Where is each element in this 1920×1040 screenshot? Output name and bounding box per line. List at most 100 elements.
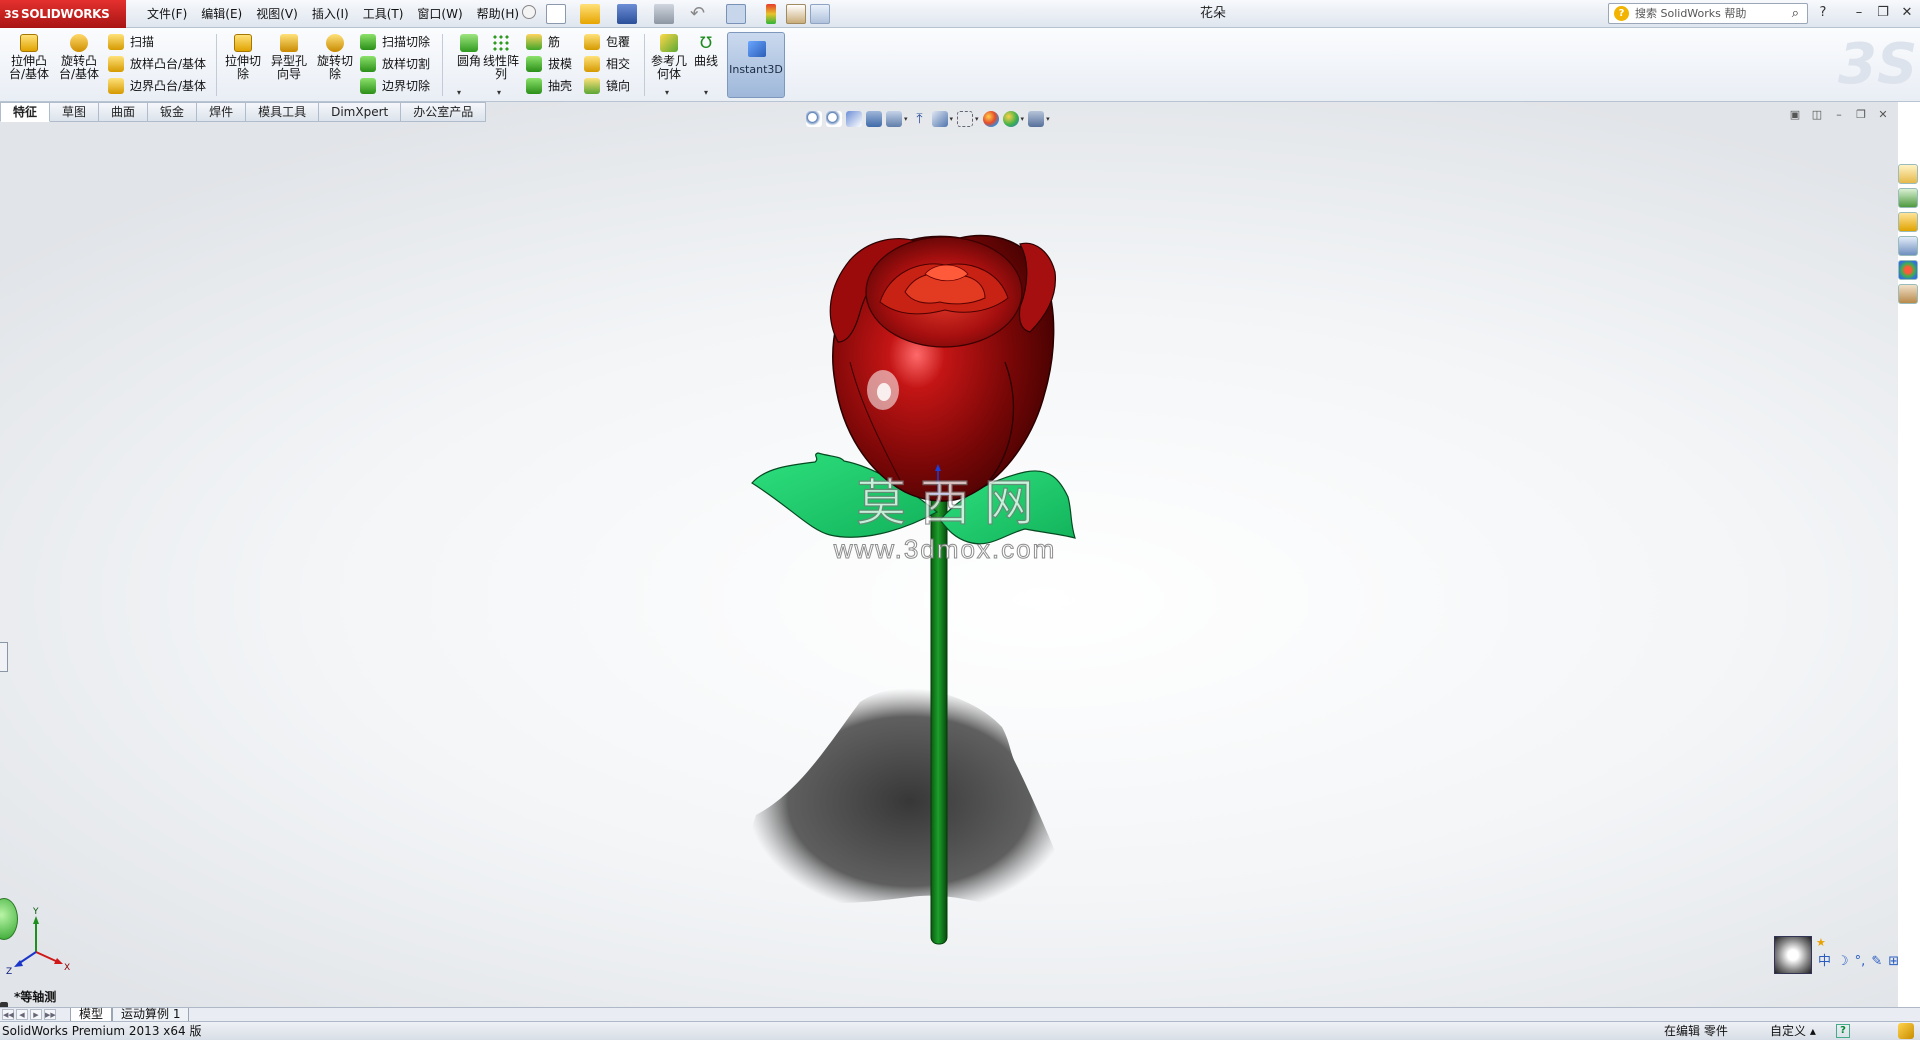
graphics-area[interactable]: 莫 西 网 www.3dmox.com Y X Z ▾ ⤒ ▾ ▾ ▾ ▾ ▣ …	[0, 102, 1898, 1007]
new-document-icon[interactable]	[546, 4, 566, 24]
pin-icon[interactable]	[522, 5, 536, 19]
help-dropdown-icon[interactable]: ?	[1812, 2, 1834, 24]
reference-geometry-dropdown-icon[interactable]: ▾	[665, 88, 669, 97]
zoom-to-area-icon[interactable]	[826, 111, 842, 127]
tile-view-icon[interactable]: ◫	[1810, 108, 1824, 122]
intersect-icon	[584, 56, 600, 72]
loft-cut-button[interactable]: 放样切割	[358, 54, 430, 74]
rotate-icon[interactable]: ⤒	[912, 111, 928, 127]
ime-wrench-icon[interactable]: ✎	[1871, 952, 1882, 972]
linear-pattern-icon	[492, 34, 510, 52]
boundary-cut-button[interactable]: 边界切除	[358, 76, 430, 96]
doc-minimize-icon[interactable]: –	[1832, 108, 1846, 122]
ime-punctuation-icon[interactable]: °,	[1855, 952, 1866, 972]
intersect-button[interactable]: 相交	[582, 54, 630, 74]
doc-close-icon[interactable]: ✕	[1876, 108, 1890, 122]
sweep-button[interactable]: 扫描	[106, 32, 154, 52]
doc-restore-icon[interactable]: ❐	[1854, 108, 1868, 122]
edit-appearance-icon[interactable]	[982, 111, 999, 127]
ime-bar[interactable]: 中 ☽ °, ✎ ⊞	[1814, 952, 1898, 972]
feature-manager-handle[interactable]	[0, 642, 8, 672]
extrude-boss-button[interactable]: 拉伸凸台/基体	[6, 34, 52, 98]
open-folder-icon[interactable]	[580, 4, 600, 24]
view-palette-icon[interactable]	[1898, 236, 1918, 256]
undo-icon[interactable]: ↶	[690, 4, 710, 24]
help-search-input[interactable]: ? 搜索 SolidWorks 帮助 ⌕	[1608, 3, 1808, 24]
tab-sketch[interactable]: 草图	[50, 102, 100, 122]
curves-dropdown-icon[interactable]: ▾	[704, 88, 708, 97]
menu-help[interactable]: 帮助(H)	[470, 0, 526, 28]
mirror-button[interactable]: 镜向	[582, 76, 630, 96]
sweep-cut-button[interactable]: 扫描切除	[358, 32, 430, 52]
menu-tools[interactable]: 工具(T)	[356, 0, 411, 28]
menu-insert[interactable]: 插入(I)	[305, 0, 356, 28]
split-view-icon[interactable]: ▣	[1788, 108, 1802, 122]
save-icon[interactable]	[617, 4, 637, 24]
loft-boss-button[interactable]: 放样凸台/基体	[106, 54, 206, 74]
display-style-icon[interactable]	[931, 111, 948, 127]
revolve-cut-button[interactable]: 旋转切除	[312, 34, 358, 98]
zoom-to-fit-icon[interactable]	[806, 111, 822, 127]
shell-button[interactable]: 抽壳	[524, 76, 572, 96]
boundary-boss-button[interactable]: 边界凸台/基体	[106, 76, 206, 96]
solidworks-logo[interactable]: 3S SOLIDWORKS	[0, 0, 126, 28]
close-icon[interactable]: ✕	[1896, 2, 1918, 24]
linear-pattern-dropdown-icon[interactable]: ▾	[497, 88, 501, 97]
rebuild-icon[interactable]	[766, 4, 776, 24]
status-customize[interactable]: 自定义 ▴	[1770, 1022, 1816, 1040]
tab-model[interactable]: 模型	[70, 1008, 113, 1022]
tab-motion-study[interactable]: 运动算例 1	[112, 1008, 190, 1022]
previous-view-icon[interactable]	[846, 111, 862, 127]
view-orientation-icon[interactable]	[886, 111, 902, 127]
home-icon[interactable]	[1898, 164, 1918, 184]
tab-features[interactable]: 特征	[0, 102, 51, 122]
help-icon[interactable]: ?	[1836, 1024, 1850, 1038]
extrude-boss-icon	[20, 34, 38, 52]
menu-window[interactable]: 窗口(W)	[410, 0, 469, 28]
file-explorer-icon[interactable]	[1898, 212, 1918, 232]
hole-wizard-button[interactable]: 异型孔向导	[266, 34, 312, 98]
extrude-cut-button[interactable]: 拉伸切除	[220, 34, 266, 98]
file-properties-icon[interactable]	[786, 4, 806, 24]
apply-scene-icon[interactable]	[1002, 111, 1019, 127]
restore-icon[interactable]: ❐	[1872, 2, 1894, 24]
draft-button[interactable]: 拔模	[524, 54, 572, 74]
view-settings-icon[interactable]	[1028, 111, 1045, 127]
last-tab-icon[interactable]: ▶▶	[44, 1009, 56, 1020]
tab-mold-tools[interactable]: 模具工具	[246, 102, 320, 122]
next-tab-icon[interactable]: ▶	[30, 1009, 42, 1020]
pencil-icon[interactable]	[1898, 1023, 1914, 1039]
ime-chinese-mode[interactable]: 中	[1818, 952, 1831, 972]
menu-edit[interactable]: 编辑(E)	[194, 0, 249, 28]
select-arrow-icon[interactable]	[726, 4, 746, 24]
search-icon[interactable]: ⌕	[1792, 4, 1799, 23]
rib-button[interactable]: 筋	[524, 32, 560, 52]
options-icon[interactable]	[810, 4, 830, 24]
design-library-icon[interactable]	[1898, 188, 1918, 208]
hide-show-items-icon[interactable]	[957, 111, 974, 127]
status-product: SolidWorks Premium 2013 x64 版	[2, 1024, 202, 1038]
fillet-dropdown-icon[interactable]: ▾	[457, 88, 461, 97]
first-tab-icon[interactable]: ◀◀	[2, 1009, 14, 1020]
revolve-boss-button[interactable]: 旋转凸台/基体	[56, 34, 102, 98]
tab-office-products[interactable]: 办公室产品	[401, 102, 487, 122]
instant3d-button[interactable]: Instant3D	[727, 32, 785, 98]
menu-file[interactable]: 文件(F)	[140, 0, 194, 28]
prev-tab-icon[interactable]: ◀	[16, 1009, 28, 1020]
ime-moon-icon[interactable]: ☽	[1837, 952, 1849, 972]
menu-view[interactable]: 视图(V)	[249, 0, 305, 28]
tab-sheet-metal[interactable]: 钣金	[148, 102, 198, 122]
ime-avatar[interactable]	[1774, 936, 1812, 974]
section-view-icon[interactable]	[866, 111, 882, 127]
print-icon[interactable]	[654, 4, 674, 24]
tab-weldments[interactable]: 焊件	[197, 102, 247, 122]
tab-surfaces[interactable]: 曲面	[99, 102, 149, 122]
viewport-window-controls: ▣ ◫ – ❐ ✕	[1788, 108, 1890, 122]
custom-properties-icon[interactable]	[1898, 284, 1918, 304]
appearances-icon[interactable]	[1898, 260, 1918, 280]
tab-dimxpert[interactable]: DimXpert	[319, 102, 402, 122]
wrap-button[interactable]: 包覆	[582, 32, 630, 52]
ime-keyboard-icon[interactable]: ⊞	[1888, 952, 1898, 972]
rose-model[interactable]: 莫 西 网 www.3dmox.com Y X Z	[0, 102, 1898, 1007]
minimize-icon[interactable]: –	[1848, 2, 1870, 24]
